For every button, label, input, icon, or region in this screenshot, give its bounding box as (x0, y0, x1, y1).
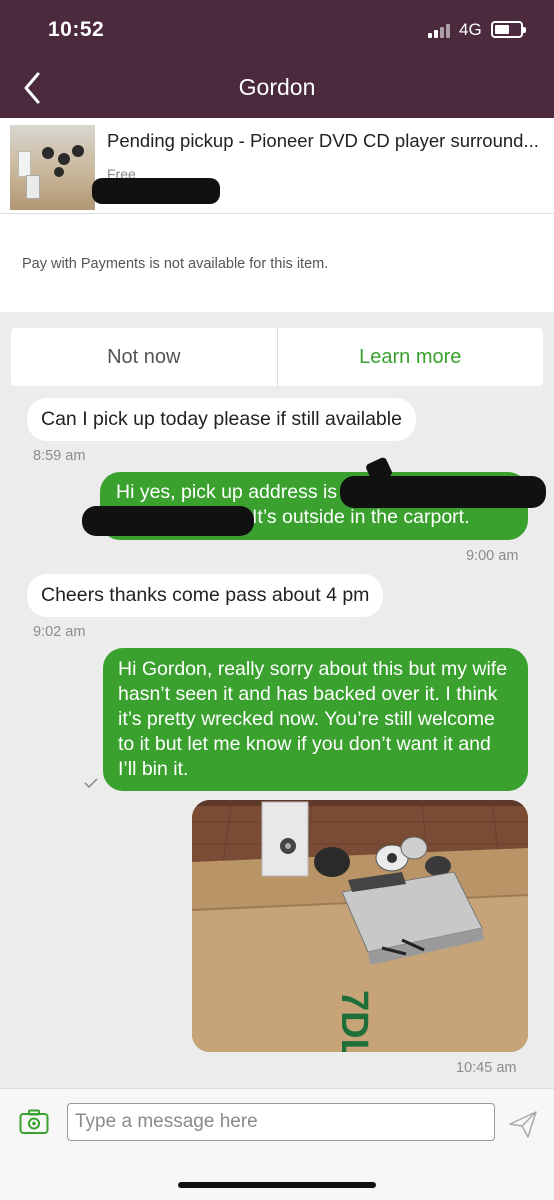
redaction-mark (82, 506, 254, 536)
status-time: 10:52 (48, 18, 105, 41)
message-bubble-incoming: Cheers thanks come pass about 4 pm (27, 574, 384, 617)
message-bubble-outgoing: Hi Gordon, really sorry about this but m… (103, 648, 528, 791)
home-indicator (178, 1182, 376, 1188)
signal-icon (428, 22, 450, 38)
message-bubble-incoming: Can I pick up today please if still avai… (27, 398, 416, 441)
message-time: 8:59 am (33, 448, 86, 464)
camera-icon[interactable] (19, 1109, 49, 1135)
learn-more-button[interactable]: Learn more (278, 328, 544, 386)
message-time: 9:02 am (33, 624, 86, 640)
message-time: 9:00 am (466, 548, 519, 564)
not-now-button[interactable]: Not now (11, 328, 278, 386)
payments-notice-card: Pay with Payments is not available for t… (0, 214, 554, 312)
listing-title: Pending pickup - Pioneer DVD CD player s… (107, 130, 539, 151)
message-time: 10:45 am (456, 1060, 517, 1076)
redaction-mark (92, 178, 220, 204)
network-label: 4G (459, 20, 482, 39)
redaction-mark (340, 476, 546, 508)
svg-text:7DL: 7DL (333, 990, 375, 1052)
battery-icon (491, 21, 526, 38)
listing-thumbnail (10, 125, 95, 210)
message-composer (0, 1088, 554, 1200)
photo-image: 7DL (192, 800, 528, 1052)
app-header: 10:52 4G Gordon (0, 0, 554, 118)
delivered-check-icon (84, 778, 98, 788)
conversation-title: Gordon (238, 74, 316, 100)
send-icon[interactable] (508, 1109, 538, 1139)
action-bar: Not now Learn more (11, 328, 543, 386)
message-input[interactable] (67, 1103, 495, 1141)
message-photo[interactable]: 7DL (192, 800, 528, 1052)
listing-card[interactable]: Pending pickup - Pioneer DVD CD player s… (0, 118, 554, 214)
payments-notice: Pay with Payments is not available for t… (22, 256, 329, 272)
